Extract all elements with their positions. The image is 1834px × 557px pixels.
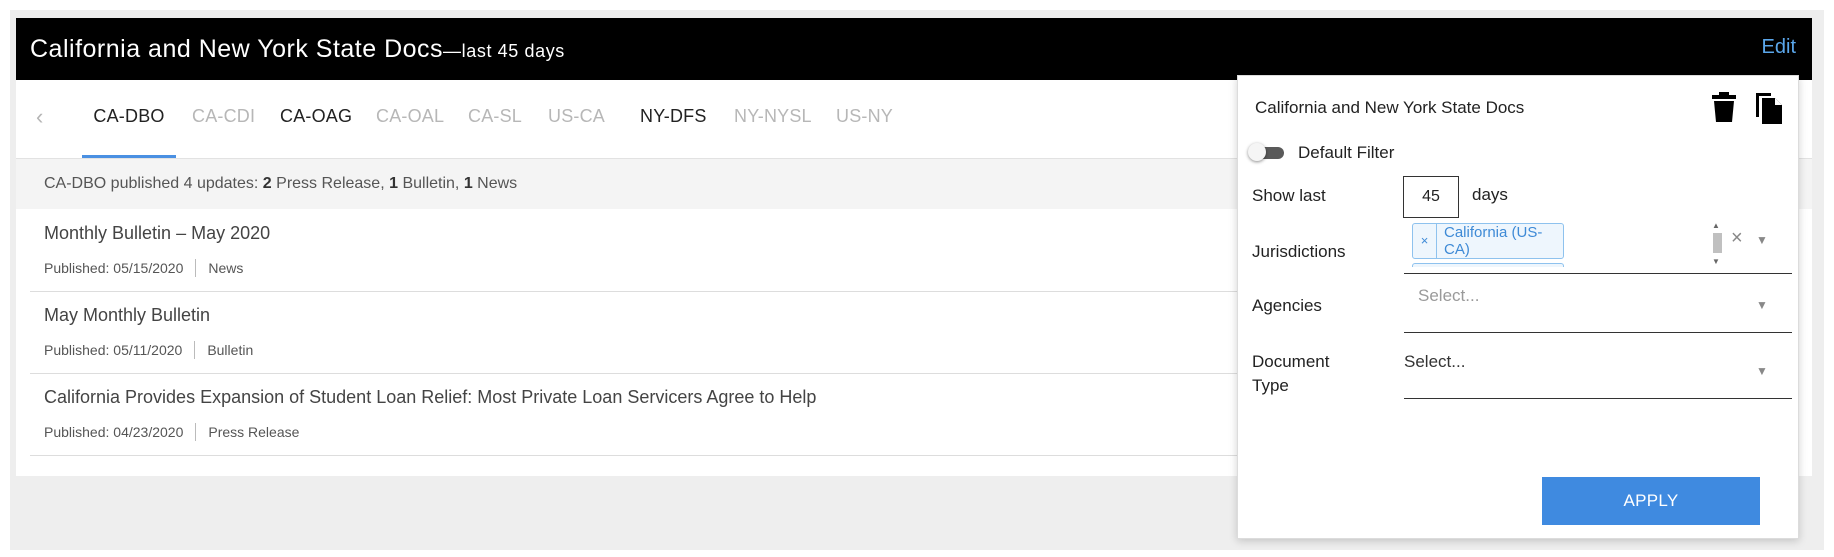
chevron-down-icon[interactable]: ▼ (1756, 233, 1768, 247)
meta-divider (195, 423, 197, 441)
tabs-prev-icon[interactable]: ‹ (36, 104, 43, 130)
summary-prefix: CA-DBO published 4 updates: (44, 175, 263, 192)
chevron-down-icon[interactable]: ▼ (1756, 298, 1768, 312)
document-meta: Published: 04/23/2020 Press Release (44, 423, 299, 441)
tab-us-ny[interactable]: US-NY (836, 106, 893, 158)
scroll-up-icon[interactable]: ▲ (1712, 221, 1720, 230)
document-meta: Published: 05/11/2020 Bulletin (44, 341, 253, 359)
tab-ca-oag[interactable]: CA-OAG (280, 106, 352, 158)
agencies-select[interactable]: Select... ▼ (1404, 278, 1792, 333)
agencies-placeholder: Select... (1418, 286, 1480, 305)
trash-icon[interactable] (1712, 92, 1736, 122)
widget-title: California and New York State Docs—last … (30, 35, 565, 64)
document-row[interactable]: May Monthly Bulletin Published: 05/11/20… (30, 291, 1260, 374)
days-input[interactable] (1403, 176, 1459, 218)
default-filter-toggle[interactable] (1248, 143, 1284, 161)
published-date: 05/15/2020 (113, 260, 184, 276)
tab-ca-dbo[interactable]: CA-DBO (82, 106, 176, 158)
document-title[interactable]: May Monthly Bulletin (44, 305, 210, 326)
chip-label: California (US-CA) (1444, 224, 1543, 258)
filter-edit-panel: California and New York State Docs Defau… (1237, 75, 1799, 539)
document-type: Press Release (208, 424, 300, 440)
jurisdiction-chip: × California (US-CA) (1412, 223, 1564, 259)
tab-us-ca[interactable]: US-CA (548, 106, 605, 158)
document-type-label-line2: Type (1252, 376, 1289, 395)
document-meta: Published: 05/15/2020 News (44, 259, 243, 277)
published-date: 05/11/2020 (113, 342, 183, 358)
scroll-down-icon[interactable]: ▼ (1712, 257, 1720, 266)
meta-divider (194, 341, 196, 359)
document-row[interactable]: California Provides Expansion of Student… (30, 373, 1260, 456)
document-type: News (208, 260, 244, 276)
jurisdictions-select[interactable]: × California (US-CA) ▲ ▼ × ▼ (1404, 213, 1792, 274)
document-title[interactable]: California Provides Expansion of Student… (44, 387, 816, 408)
tab-ca-oal[interactable]: CA-OAL (376, 106, 444, 158)
chevron-down-icon[interactable]: ▼ (1756, 364, 1768, 378)
apply-button[interactable]: APPLY (1542, 477, 1760, 525)
summary-press-label: Press Release, (271, 175, 390, 192)
default-filter-label: Default Filter (1298, 143, 1395, 162)
widget-header: California and New York State Docs—last … (16, 18, 1812, 80)
summary-bulletin-count: 1 (389, 175, 398, 192)
summary-news-label: News (472, 175, 518, 192)
filter-name[interactable]: California and New York State Docs (1255, 98, 1524, 118)
published-label: Published: (44, 424, 110, 440)
summary-bulletin-label: Bulletin, (398, 175, 464, 192)
summary-news-count: 1 (463, 175, 473, 192)
scroll-thumb[interactable] (1713, 233, 1722, 253)
document-type-placeholder: Select... (1404, 352, 1466, 371)
jurisdiction-chip-next (1412, 263, 1564, 267)
widget-subtitle: —last 45 days (443, 40, 565, 61)
clear-icon[interactable]: × (1731, 227, 1743, 250)
tab-ny-nysl[interactable]: NY-NYSL (734, 106, 812, 158)
toggle-knob (1248, 143, 1266, 161)
chip-remove-icon[interactable]: × (1413, 224, 1437, 258)
document-type: Bulletin (207, 342, 254, 358)
published-label: Published: (44, 342, 110, 358)
document-type-select[interactable]: Select... ▼ (1404, 344, 1792, 399)
published-label: Published: (44, 260, 110, 276)
meta-divider (195, 259, 197, 277)
copy-icon[interactable] (1754, 92, 1784, 124)
tab-ny-dfs[interactable]: NY-DFS (640, 106, 707, 158)
published-date: 04/23/2020 (113, 424, 184, 440)
widget-title-text: California and New York State Docs (30, 34, 444, 63)
edit-link[interactable]: Edit (1762, 36, 1796, 59)
jurisdictions-label: Jurisdictions (1252, 242, 1346, 261)
tab-ca-cdi[interactable]: CA-CDI (192, 106, 255, 158)
summary-press-count: 2 (262, 175, 272, 192)
summary-text: CA-DBO published 4 updates: 2 Press Rele… (44, 175, 517, 193)
document-type-label: Document Type (1252, 350, 1329, 398)
days-unit-label: days (1472, 185, 1508, 204)
show-last-label: Show last (1252, 186, 1326, 205)
document-row[interactable]: Monthly Bulletin – May 2020 Published: 0… (30, 209, 1260, 292)
document-type-label-line1: Document (1252, 352, 1330, 371)
tab-ca-sl[interactable]: CA-SL (468, 106, 522, 158)
jurisdictions-scrollbar[interactable]: ▲ ▼ (1710, 221, 1724, 269)
agencies-label: Agencies (1252, 296, 1322, 315)
document-title[interactable]: Monthly Bulletin – May 2020 (44, 223, 270, 244)
